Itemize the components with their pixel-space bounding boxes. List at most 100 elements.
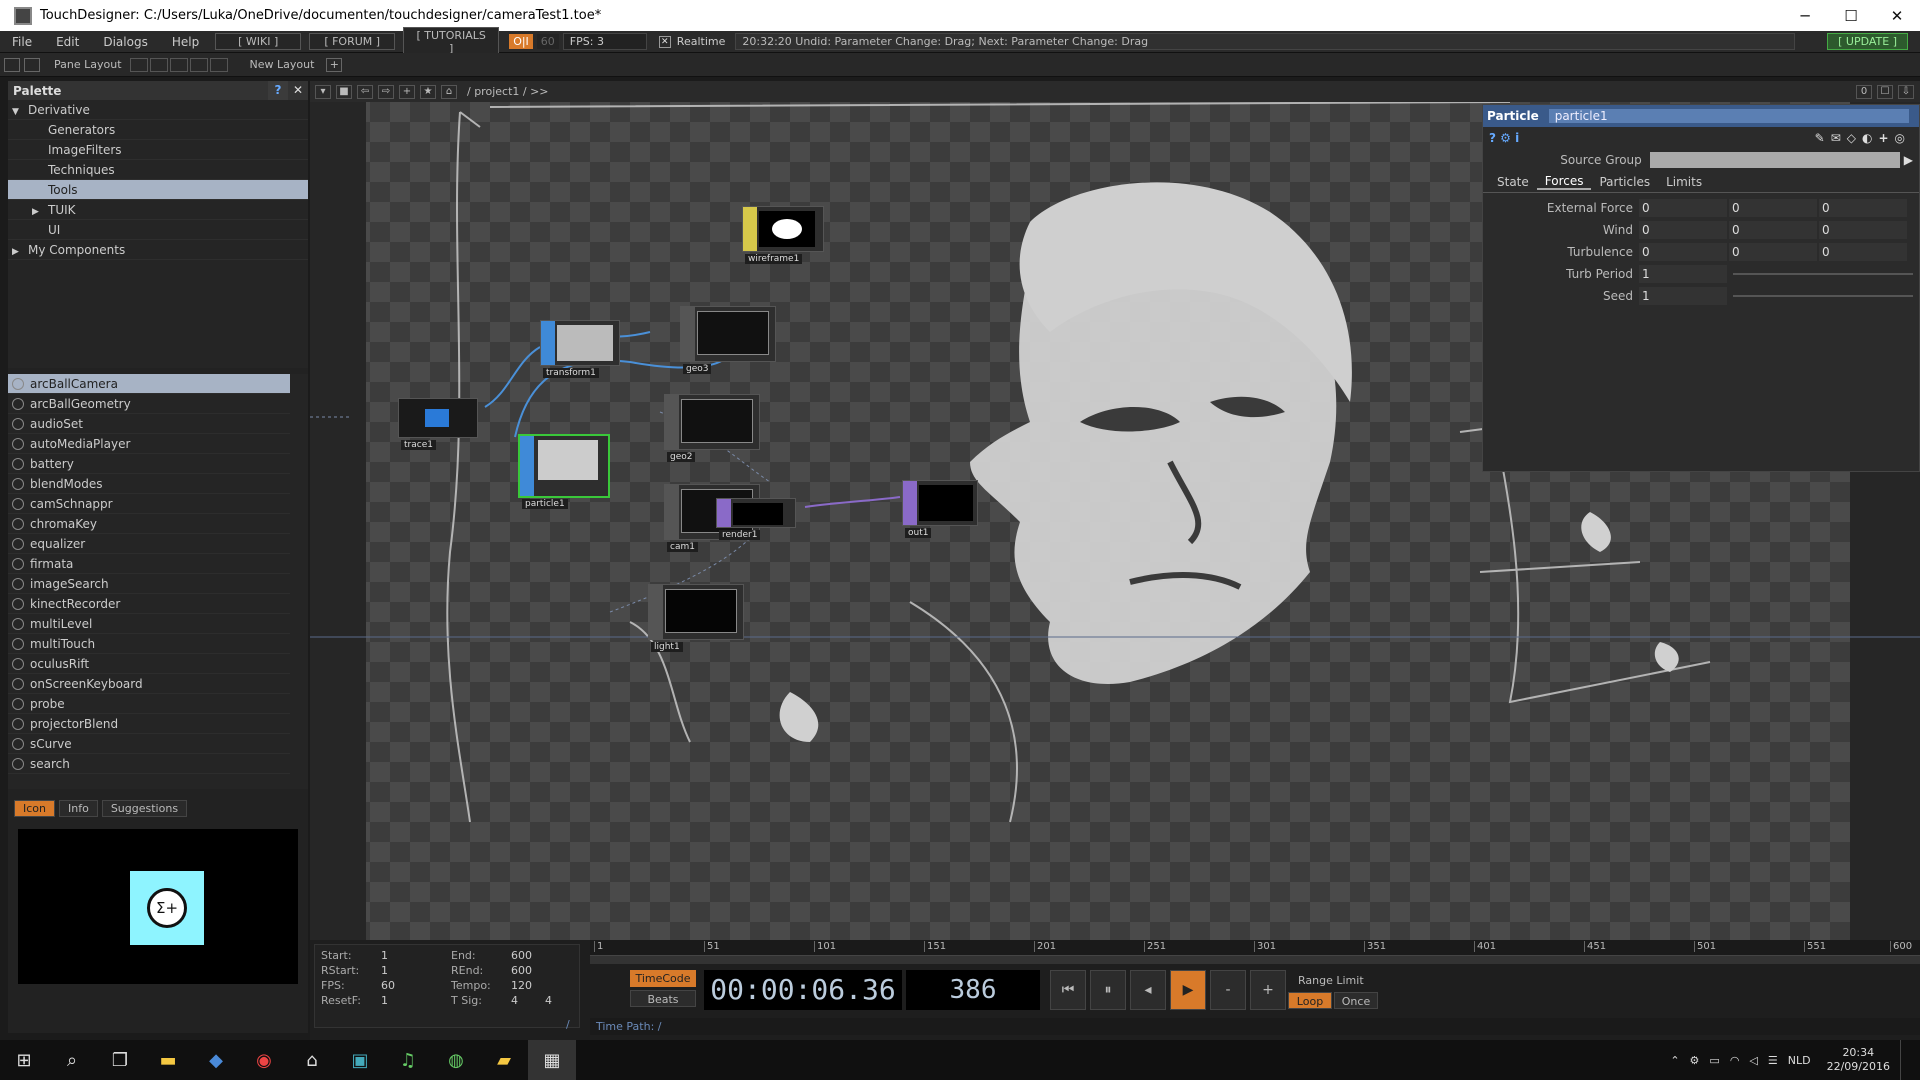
palette-tree-item[interactable]: UI bbox=[8, 220, 308, 240]
tray-chevron-icon[interactable]: ⌃ bbox=[1670, 1054, 1679, 1067]
folder-icon[interactable]: ▰ bbox=[480, 1040, 528, 1080]
layout-three-icon[interactable] bbox=[189, 57, 208, 72]
node-transform1[interactable]: transform1 bbox=[540, 320, 620, 378]
timeline-range-bar[interactable] bbox=[590, 956, 1920, 964]
pane-max-icon[interactable]: ☐ bbox=[1877, 84, 1893, 99]
add-icon[interactable]: + bbox=[399, 84, 415, 99]
palette-list-item[interactable]: camSchnappr bbox=[8, 494, 290, 514]
node-render1[interactable]: render1 bbox=[716, 498, 796, 540]
file-explorer-icon[interactable]: ▬ bbox=[144, 1040, 192, 1080]
pane-icon-2[interactable] bbox=[24, 57, 40, 72]
layout-single-icon[interactable] bbox=[129, 57, 148, 72]
search-icon[interactable]: ⌕ bbox=[48, 1040, 96, 1080]
menu-help[interactable]: Help bbox=[160, 35, 211, 49]
once-button[interactable]: Once bbox=[1334, 992, 1378, 1009]
param-value-field[interactable]: 0 bbox=[1639, 199, 1727, 217]
palette-list-item[interactable]: onScreenKeyboard bbox=[8, 674, 290, 694]
volume-icon[interactable]: ◁ bbox=[1749, 1054, 1757, 1067]
palette-close-icon[interactable]: ✕ bbox=[288, 81, 308, 100]
param-tab-forces[interactable]: Forces bbox=[1536, 174, 1592, 190]
palette-list-item[interactable]: audioSet bbox=[8, 414, 290, 434]
param-tool-icons[interactable]: ✎✉◇◐+◎ bbox=[1815, 131, 1911, 145]
param-value-field[interactable]: 0 bbox=[1819, 199, 1907, 217]
node-wireframe1[interactable]: wireframe1 bbox=[742, 206, 824, 264]
back-icon[interactable]: ⇦ bbox=[357, 84, 373, 99]
palette-list-item[interactable]: chromaKey bbox=[8, 514, 290, 534]
start-value[interactable]: 1 bbox=[381, 949, 388, 962]
menu-dialogs[interactable]: Dialogs bbox=[91, 35, 159, 49]
resetf-value[interactable]: 1 bbox=[381, 994, 388, 1007]
node-out1[interactable]: out1 bbox=[902, 480, 978, 538]
windows-start-icon[interactable]: ⊞ bbox=[0, 1040, 48, 1080]
globe-app-icon[interactable]: ◍ bbox=[432, 1040, 480, 1080]
wiki-button[interactable]: [ WIKI ] bbox=[215, 33, 302, 50]
param-value-field[interactable]: 0 bbox=[1819, 243, 1907, 261]
add-layout-icon[interactable]: + bbox=[326, 57, 343, 72]
timecode-display[interactable]: 00:00:06.36 bbox=[704, 970, 902, 1010]
show-desktop-button[interactable] bbox=[1900, 1040, 1906, 1080]
palette-list-item[interactable]: probe bbox=[8, 694, 290, 714]
wifi-icon[interactable]: ◠ bbox=[1730, 1054, 1740, 1067]
star-icon[interactable]: ★ bbox=[420, 84, 436, 99]
layout-split-v-icon[interactable] bbox=[149, 57, 168, 72]
network-path[interactable]: / project1 / >> bbox=[467, 85, 549, 98]
param-tab-limits[interactable]: Limits bbox=[1658, 175, 1710, 189]
param-value-field[interactable]: 0 bbox=[1639, 243, 1727, 261]
palette-list-item[interactable]: arcBallCamera bbox=[8, 374, 290, 394]
forward-icon[interactable]: ⇨ bbox=[378, 84, 394, 99]
pane-pin-icon[interactable]: ⇩ bbox=[1898, 84, 1914, 99]
expand-down-icon[interactable]: ▼ bbox=[12, 102, 28, 122]
battery-icon[interactable]: ▭ bbox=[1709, 1054, 1719, 1067]
source-group-arrow-icon[interactable]: ▶ bbox=[1904, 153, 1913, 167]
touchdesigner-taskbar-icon[interactable]: ▦ bbox=[528, 1040, 576, 1080]
param-value-field[interactable]: 0 bbox=[1729, 199, 1817, 217]
param-value-field[interactable]: 1 bbox=[1639, 287, 1727, 305]
home-icon[interactable]: ⌂ bbox=[441, 84, 457, 99]
chrome-icon[interactable]: ◉ bbox=[240, 1040, 288, 1080]
tsig-value-2[interactable]: 4 bbox=[545, 994, 552, 1007]
stop-icon[interactable]: ■ bbox=[336, 84, 352, 99]
plus-icon[interactable]: + bbox=[1250, 970, 1286, 1010]
layout-split-h-icon[interactable] bbox=[169, 57, 188, 72]
palette-list-item[interactable]: sCurve bbox=[8, 734, 290, 754]
rend-value[interactable]: 600 bbox=[511, 964, 532, 977]
frame-display[interactable]: 386 bbox=[906, 970, 1040, 1010]
param-value-field[interactable]: 0 bbox=[1729, 221, 1817, 239]
palette-list-item[interactable]: blendModes bbox=[8, 474, 290, 494]
app-pinned-icon[interactable]: ◆ bbox=[192, 1040, 240, 1080]
node-trace1[interactable]: trace1 bbox=[398, 398, 478, 450]
fps-value[interactable]: 60 bbox=[381, 979, 395, 992]
fps-limit[interactable]: 60 bbox=[536, 34, 559, 49]
pane-split-icon[interactable]: 0 bbox=[1856, 84, 1872, 99]
minus-icon[interactable]: - bbox=[1210, 970, 1246, 1010]
timecode-button[interactable]: TimeCode bbox=[630, 970, 696, 987]
palette-list-item[interactable]: battery bbox=[8, 454, 290, 474]
palette-tab-info[interactable]: Info bbox=[59, 799, 98, 817]
palette-list-item[interactable]: search bbox=[8, 754, 290, 774]
node-particle1[interactable]: particle1 bbox=[518, 434, 610, 509]
home-app-icon[interactable]: ⌂ bbox=[288, 1040, 336, 1080]
palette-tree-item[interactable]: ▼ Derivative bbox=[8, 100, 308, 120]
store-icon[interactable]: ▣ bbox=[336, 1040, 384, 1080]
palette-list-item[interactable]: firmata bbox=[8, 554, 290, 574]
palette-list-item[interactable]: imageSearch bbox=[8, 574, 290, 594]
palette-tab-icon[interactable]: Icon bbox=[14, 799, 55, 817]
maximize-icon[interactable]: ☐ bbox=[1828, 0, 1874, 31]
palette-tree-item[interactable]: ▶ My Components bbox=[8, 240, 308, 260]
oi-toggle[interactable]: O|I bbox=[509, 34, 533, 49]
minimize-icon[interactable]: ─ bbox=[1782, 0, 1828, 31]
palette-tree-item[interactable]: Tools bbox=[8, 180, 308, 200]
rewind-icon[interactable]: ⏮ bbox=[1050, 970, 1086, 1010]
param-tab-state[interactable]: State bbox=[1489, 175, 1537, 189]
pane-icon[interactable] bbox=[4, 57, 20, 72]
param-value-field[interactable]: 0 bbox=[1729, 243, 1817, 261]
op-name-field[interactable]: particle1 bbox=[1548, 109, 1909, 123]
layout-quad-icon[interactable] bbox=[209, 57, 228, 72]
palette-help-icon[interactable]: ? bbox=[268, 81, 288, 100]
palette-tree-item[interactable]: ▶ TUIK bbox=[8, 200, 308, 220]
task-view-icon[interactable]: ❐ bbox=[96, 1040, 144, 1080]
node-geo3[interactable]: geo3 bbox=[680, 306, 776, 374]
expand-right-icon[interactable]: ▶ bbox=[32, 202, 48, 222]
palette-list-item[interactable]: oculusRift bbox=[8, 654, 290, 674]
param-value-field[interactable]: 0 bbox=[1819, 221, 1907, 239]
